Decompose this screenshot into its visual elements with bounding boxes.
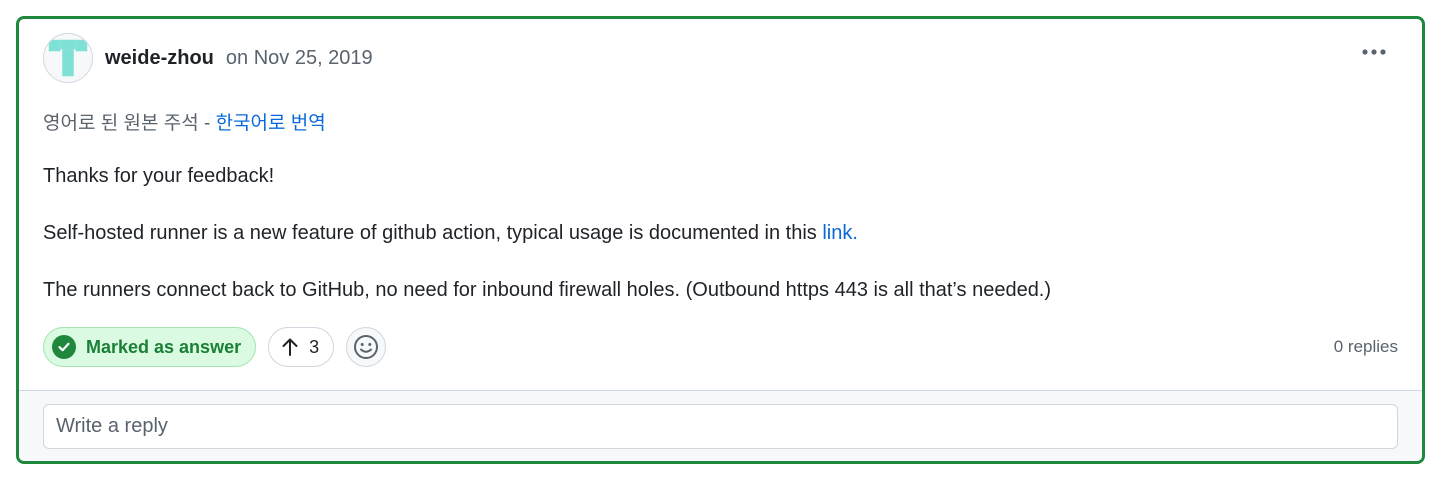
add-reaction-button[interactable] (346, 327, 387, 367)
upvote-count: 3 (309, 336, 320, 357)
reply-section (19, 390, 1422, 461)
comment-paragraph: Self-hosted runner is a new feature of g… (43, 219, 1383, 247)
comment-header: weide-zhou on Nov 25, 2019 (43, 32, 373, 84)
documentation-link[interactable]: link. (822, 222, 858, 244)
comment-menu-button[interactable] (1358, 41, 1390, 63)
smiley-icon (354, 335, 379, 359)
check-circle-icon (52, 335, 76, 359)
comment-paragraph: Thanks for your feedback! (43, 165, 275, 187)
translation-notice: 영어로 된 원본 주석 - 한국어로 번역 (43, 108, 326, 135)
translation-prefix: 영어로 된 원본 주석 - (43, 113, 216, 134)
answer-label: Marked as answer (86, 336, 242, 357)
comment-paragraph: The runners connect back to GitHub, no n… (43, 279, 1052, 301)
upvote-button[interactable]: 3 (268, 327, 335, 367)
reply-input[interactable] (43, 404, 1398, 449)
comment-body: Thanks for your feedback! Self-hosted ru… (43, 162, 1383, 333)
kebab-horizontal-icon (1362, 49, 1386, 55)
comment-date[interactable]: on Nov 25, 2019 (226, 47, 373, 70)
comment-actions: Marked as answer 3 (43, 327, 387, 367)
marked-as-answer-badge[interactable]: Marked as answer (43, 327, 257, 367)
author-name[interactable]: weide-zhou (105, 47, 214, 70)
identicon-avatar-icon (44, 34, 92, 82)
translate-link[interactable]: 한국어로 번역 (216, 113, 326, 134)
replies-count[interactable]: 0 replies (1334, 337, 1398, 357)
paragraph-text: Self-hosted runner is a new feature of g… (43, 222, 823, 244)
arrow-up-icon (282, 338, 298, 356)
avatar[interactable] (43, 33, 93, 83)
discussion-comment-card: weide-zhou on Nov 25, 2019 영어로 된 원본 주석 -… (16, 16, 1425, 464)
